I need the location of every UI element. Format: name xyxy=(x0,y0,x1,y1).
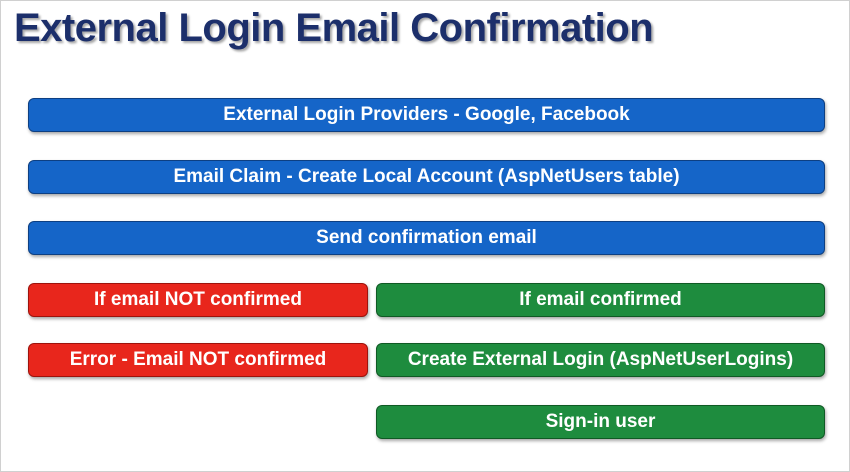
step-sign-in-user: Sign-in user xyxy=(376,405,825,439)
step-external-login-providers: External Login Providers - Google, Faceb… xyxy=(28,98,825,132)
step-email-not-confirmed: If email NOT confirmed xyxy=(28,283,368,317)
step-error-email-not-confirmed: Error - Email NOT confirmed xyxy=(28,343,368,377)
step-create-external-login: Create External Login (AspNetUserLogins) xyxy=(376,343,825,377)
page-title: External Login Email Confirmation xyxy=(14,6,654,50)
step-email-confirmed: If email confirmed xyxy=(376,283,825,317)
step-email-claim: Email Claim - Create Local Account (AspN… xyxy=(28,160,825,194)
step-send-confirmation-email: Send confirmation email xyxy=(28,221,825,255)
